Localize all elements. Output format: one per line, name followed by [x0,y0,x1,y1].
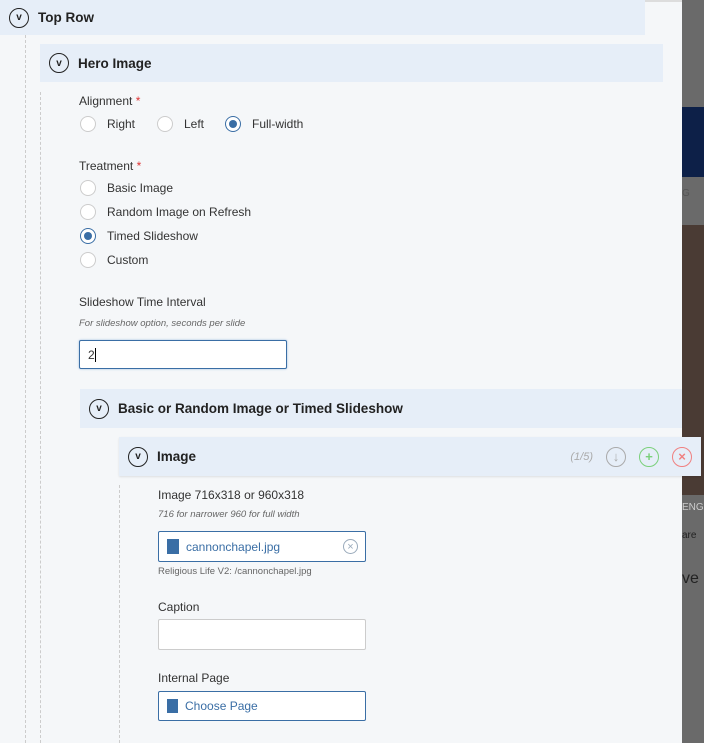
radio-circle[interactable] [80,180,96,196]
radio-label: Right [107,117,136,131]
choose-page-button[interactable]: Choose Page [158,691,366,721]
radio-label: Full-width [252,117,304,131]
radio-label: Custom [107,253,149,267]
required-marker: * [136,159,142,173]
move-down-icon[interactable]: ↓ [606,446,626,467]
chevron-down-icon[interactable]: v [9,7,29,28]
radio-basic-image[interactable]: Basic Image [80,180,173,196]
caption-label: Caption [158,600,200,614]
background-page: G ENG are ve [682,0,704,743]
input-value: 2 [88,347,95,362]
background-text: are [682,530,697,541]
required-marker: * [135,94,141,108]
background-text: ENG [682,502,704,513]
clear-icon[interactable]: × [343,539,358,554]
radio-circle[interactable] [225,116,241,132]
radio-label: Left [184,117,205,131]
file-name[interactable]: cannonchapel.jpg [186,540,280,554]
treatment-label: Treatment * [79,159,141,173]
radio-timed-slideshow[interactable]: Timed Slideshow [80,228,198,244]
internal-page-label: Internal Page [158,671,230,685]
tree-line [25,35,26,743]
section-image[interactable]: v Image (1/5) ↓ + × [119,437,701,476]
text-cursor [94,347,96,362]
section-hero-image[interactable]: v Hero Image [40,44,663,82]
label-text: Alignment [79,94,133,108]
chevron-down-icon[interactable]: v [128,446,148,467]
caption-input[interactable] [158,619,366,650]
radio-left[interactable]: Left [157,116,204,132]
tree-line [40,92,41,743]
interval-help: For slideshow option, seconds per slide [79,318,246,329]
background-text: ve [682,570,699,587]
image-file-icon [167,539,179,554]
interval-input[interactable]: 2 [79,340,287,369]
radio-right[interactable]: Right [80,116,135,132]
section-title: Hero Image [78,55,152,71]
tree-line [119,485,120,743]
file-path: Religious Life V2: /cannonchapel.jpg [158,566,312,577]
radio-full-width[interactable]: Full-width [225,116,303,132]
radio-circle[interactable] [157,116,173,132]
radio-circle[interactable] [80,204,96,220]
section-basic-group[interactable]: v Basic or Random Image or Timed Slidesho… [80,389,682,428]
image-help: 716 for narrower 960 for full width [158,509,300,520]
section-title: Basic or Random Image or Timed Slideshow [118,401,403,416]
radio-random-image[interactable]: Random Image on Refresh [80,204,251,220]
radio-circle[interactable] [80,252,96,268]
alignment-label: Alignment * [79,94,140,108]
background-banner [682,107,704,177]
remove-icon[interactable]: × [672,446,692,467]
item-counter: (1/5) [570,450,593,463]
label-text: Treatment [79,159,134,173]
page-icon [167,699,178,713]
radio-label: Basic Image [107,181,174,195]
background-text: G [682,188,690,199]
add-icon[interactable]: + [639,446,659,467]
image-label: Image 716x318 or 960x318 [158,488,305,502]
chevron-down-icon[interactable]: v [89,398,109,419]
radio-circle[interactable] [80,228,96,244]
chevron-down-icon[interactable]: v [49,53,69,73]
interval-label: Slideshow Time Interval [79,295,206,309]
section-title: Top Row [38,10,94,25]
image-file-chooser[interactable]: cannonchapel.jpg × [158,531,366,562]
radio-label: Random Image on Refresh [107,205,252,219]
section-title: Image [157,449,197,464]
button-label: Choose Page [185,699,258,713]
radio-label: Timed Slideshow [107,229,198,243]
radio-circle[interactable] [80,116,96,132]
radio-custom[interactable]: Custom [80,252,148,268]
section-top-row[interactable]: v Top Row [0,0,645,35]
